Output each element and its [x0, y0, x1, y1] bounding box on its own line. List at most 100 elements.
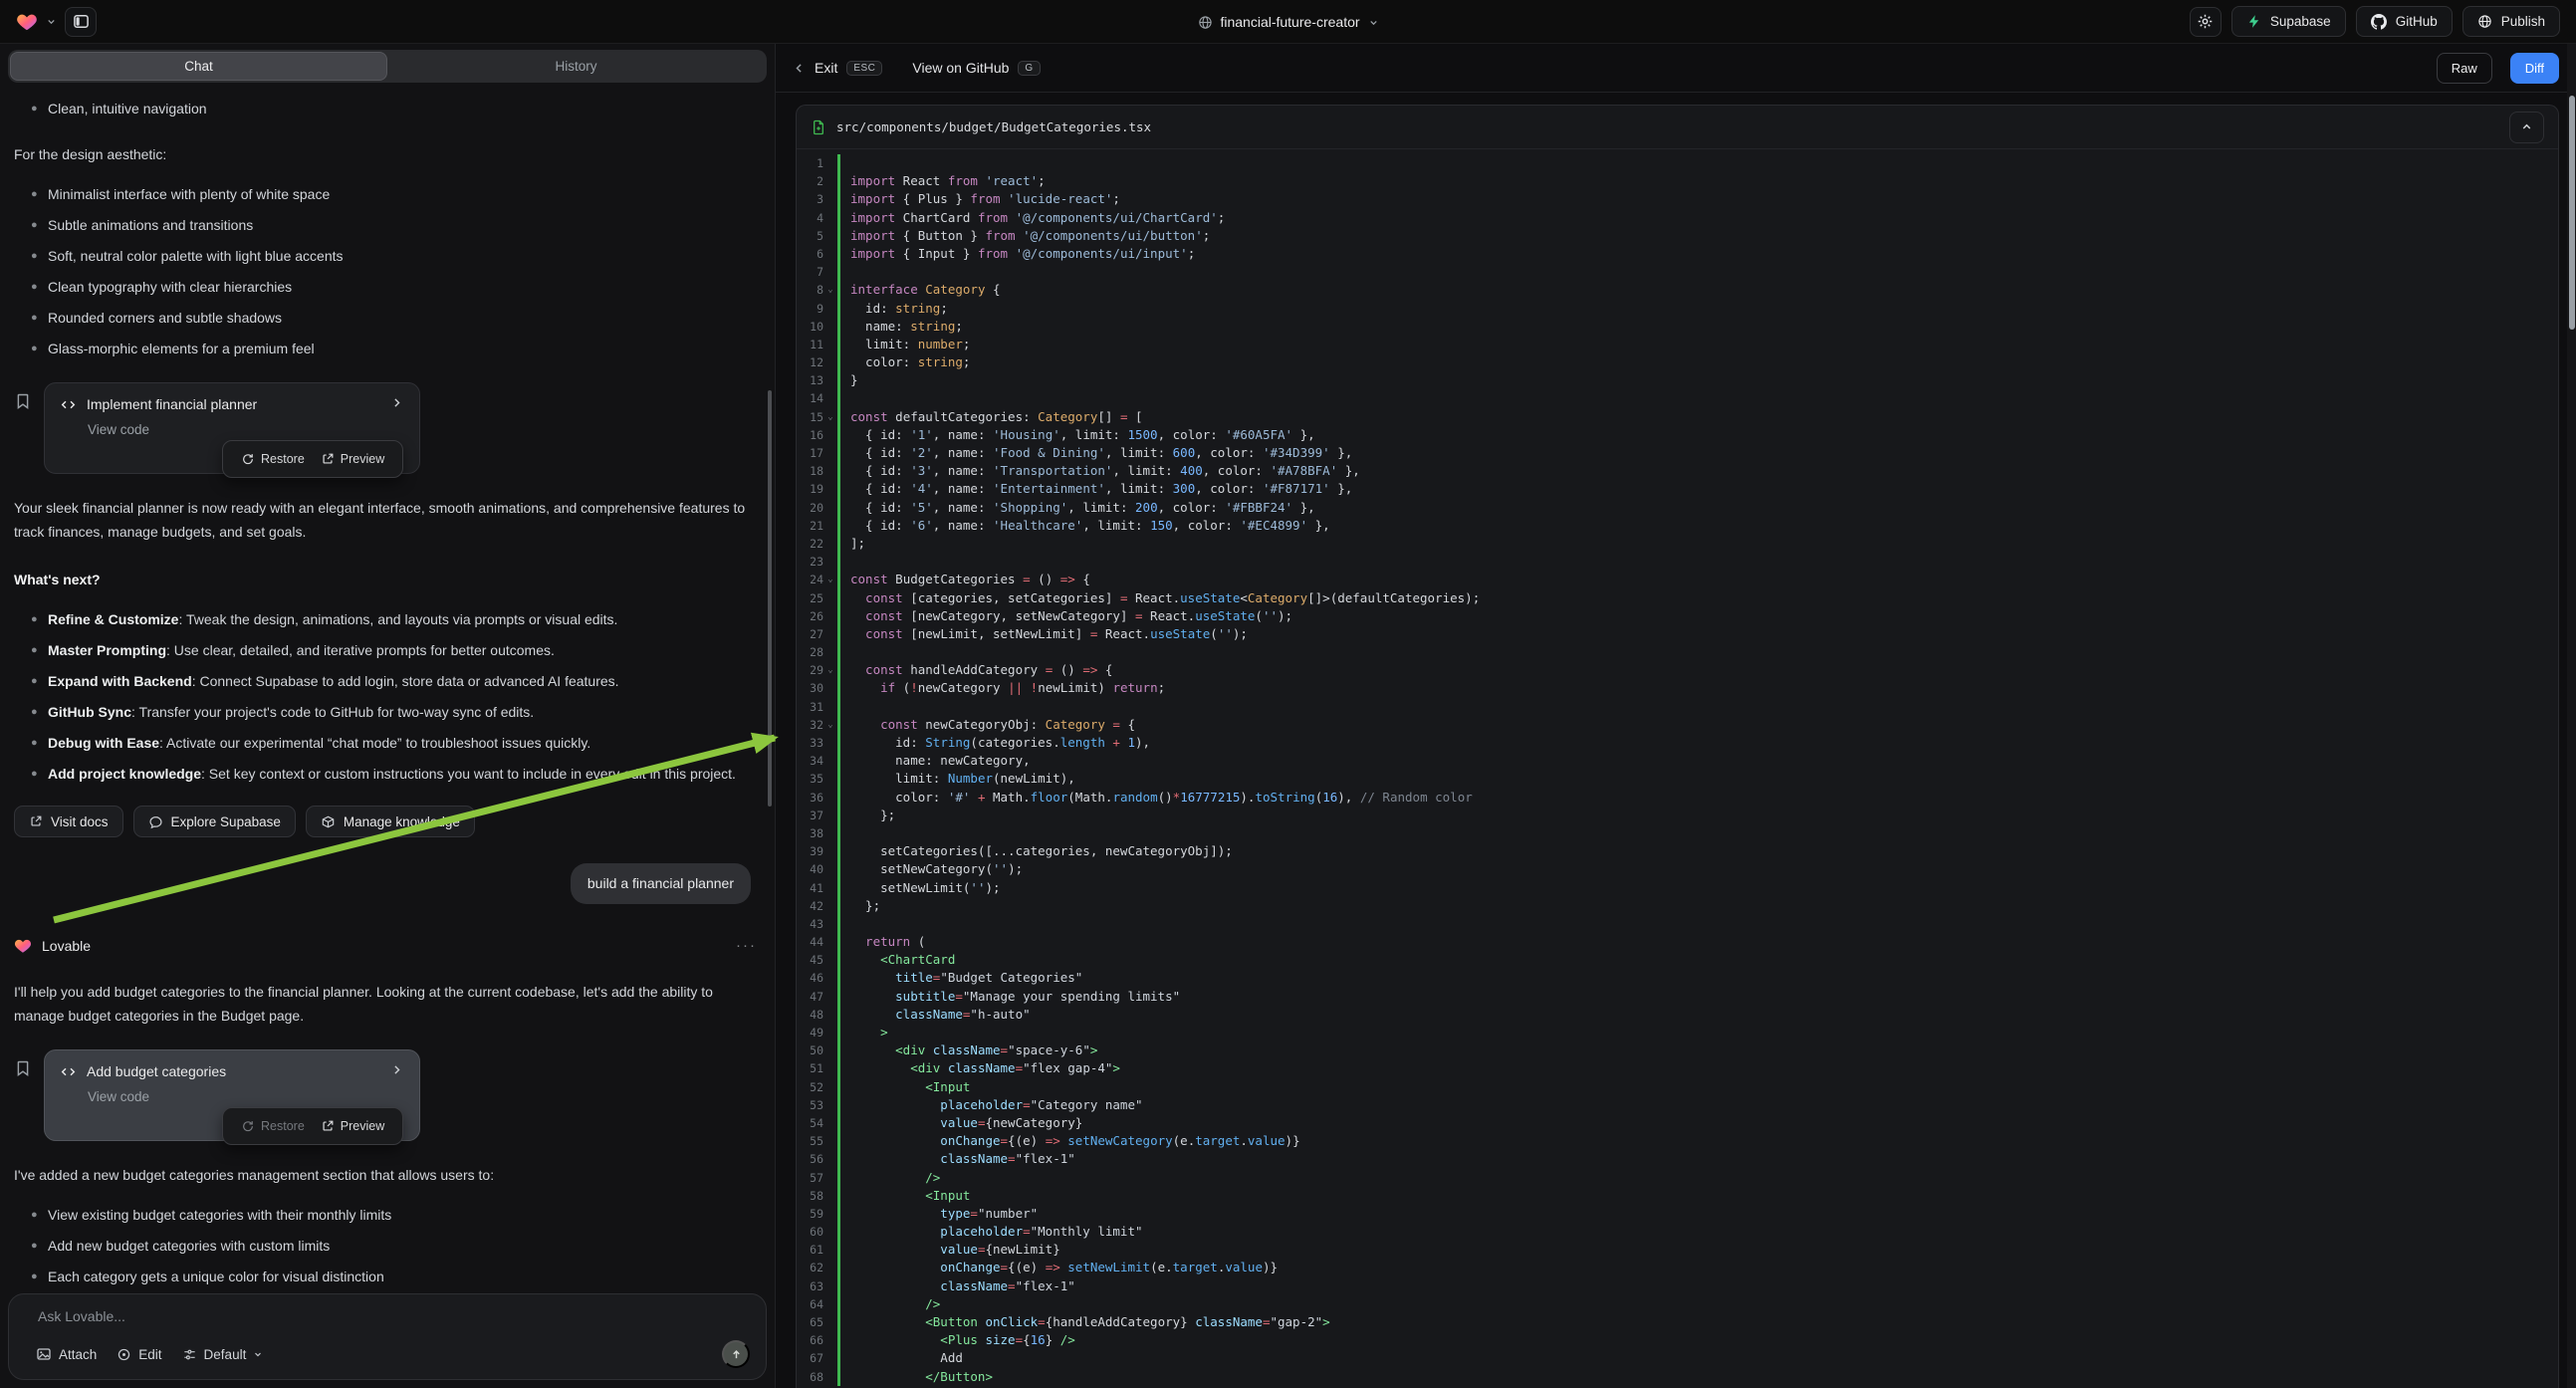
code-line: 45 <ChartCard [797, 951, 2558, 969]
code-text: }; [850, 807, 895, 824]
bullet-item: ●Each category gets a unique color for v… [14, 1265, 761, 1287]
fold-toggle [823, 300, 837, 318]
code-line: 66 <Plus size={16} /> [797, 1331, 2558, 1349]
agent-header: Lovable··· [14, 934, 761, 958]
esc-key-badge: ESC [846, 61, 882, 76]
diff-toggle-button[interactable]: Diff [2510, 53, 2559, 84]
chat-scrollbar[interactable] [768, 390, 772, 807]
send-button[interactable] [722, 1340, 750, 1368]
diff-added-gutter [837, 1349, 840, 1367]
fold-toggle [823, 1259, 837, 1276]
fold-toggle-icon[interactable]: ⌄ [823, 571, 837, 588]
code-line: 4import ChartCard from '@/components/ui/… [797, 209, 2558, 227]
code-text: setCategories([...categories, newCategor… [850, 842, 1233, 860]
fold-toggle [823, 499, 837, 517]
exit-button[interactable]: Exit ESC [793, 60, 882, 76]
composer-input[interactable]: Ask Lovable... [25, 1308, 750, 1324]
code-line: 16 { id: '1', name: 'Housing', limit: 15… [797, 426, 2558, 444]
logo-chevron-down-icon[interactable] [46, 16, 57, 27]
restore-button[interactable]: Restore [234, 446, 312, 472]
fold-toggle-icon[interactable]: ⌄ [823, 716, 837, 734]
action-button-visit-docs[interactable]: Visit docs [14, 806, 123, 837]
code-line: 65 <Button onClick={handleAddCategory} c… [797, 1313, 2558, 1331]
fold-toggle-icon[interactable]: ⌄ [823, 281, 837, 299]
view-code-link[interactable]: View code [88, 1088, 403, 1106]
restore-button[interactable]: Restore [234, 1113, 312, 1139]
code-text: name: string; [850, 318, 963, 336]
diff-added-gutter [837, 1295, 840, 1313]
file-header[interactable]: src/components/budget/BudgetCategories.t… [797, 106, 2558, 149]
diff-added-gutter [837, 969, 840, 987]
code-line: 13} [797, 371, 2558, 389]
code-line: 1 [797, 154, 2558, 172]
project-switcher[interactable]: financial-future-creator [1197, 0, 1378, 44]
diff-added-gutter [837, 752, 840, 770]
version-card[interactable]: Add budget categoriesView codeRestorePre… [44, 1049, 420, 1141]
view-on-github-button[interactable]: View on GitHub G [912, 60, 1040, 76]
code-text: /> [850, 1169, 940, 1187]
code-text: onChange={(e) => setNewLimit(e.target.va… [850, 1259, 1278, 1276]
code-editor[interactable]: 12import React from 'react';3import { Pl… [797, 149, 2558, 1388]
bullet-text: Each category gets a unique color for vi… [48, 1265, 384, 1287]
code-text: interface Category { [850, 281, 1001, 299]
code-text: /> [850, 1295, 940, 1313]
diff-added-gutter [837, 915, 840, 933]
preview-button[interactable]: Preview [314, 1113, 391, 1139]
settings-button[interactable] [2190, 7, 2222, 37]
code-text: value={newLimit} [850, 1241, 1060, 1259]
chat-stream[interactable]: ●Clean, intuitive navigationFor the desi… [0, 83, 775, 1287]
collapse-file-button[interactable] [2509, 112, 2544, 143]
code-text: placeholder="Monthly limit" [850, 1223, 1143, 1241]
supabase-button[interactable]: Supabase [2231, 6, 2346, 37]
github-button[interactable]: GitHub [2356, 6, 2453, 37]
lovable-logo-icon[interactable] [16, 11, 38, 33]
diff-added-gutter [837, 300, 840, 318]
diff-added-gutter [837, 209, 840, 227]
fold-toggle [823, 1169, 837, 1187]
toggle-sidebar-button[interactable] [65, 7, 97, 37]
composer[interactable]: Ask Lovable... Attach Edit [8, 1293, 767, 1380]
tab-chat[interactable]: Chat [10, 52, 387, 81]
diff-added-gutter [837, 517, 840, 535]
code-text: const newCategoryObj: Category = { [850, 716, 1135, 734]
line-number: 54 [797, 1114, 823, 1132]
bullet-dot-icon: ● [14, 669, 48, 693]
action-button-explore-supabase[interactable]: Explore Supabase [133, 806, 296, 837]
edit-button[interactable]: Edit [117, 1347, 161, 1362]
fold-toggle [823, 734, 837, 752]
fold-toggle-icon[interactable]: ⌄ [823, 661, 837, 679]
version-card[interactable]: Implement financial plannerView codeRest… [44, 382, 420, 474]
chat-paragraph: I'll help you add budget categories to t… [14, 980, 761, 1028]
code-icon [61, 1064, 76, 1079]
code-text: import { Button } from '@/components/ui/… [850, 227, 1210, 245]
attach-button[interactable]: Attach [36, 1346, 97, 1362]
view-code-link[interactable]: View code [88, 421, 403, 439]
code-line: 25 const [categories, setCategories] = R… [797, 589, 2558, 607]
publish-button[interactable]: Publish [2462, 6, 2560, 37]
code-text: id: string; [850, 300, 948, 318]
window-scrollbar[interactable] [2567, 44, 2576, 1388]
code-text: <div className="space-y-6"> [850, 1041, 1097, 1059]
line-number: 37 [797, 807, 823, 824]
message-menu-button[interactable]: ··· [736, 934, 761, 958]
window-scrollbar-thumb[interactable] [2569, 96, 2575, 330]
diff-added-gutter [837, 1205, 840, 1223]
diff-added-gutter [837, 1006, 840, 1024]
code-text: className="h-auto" [850, 1006, 1031, 1024]
preview-button[interactable]: Preview [314, 446, 391, 472]
restore-label: Restore [261, 1114, 305, 1138]
diff-added-gutter [837, 444, 840, 462]
fold-toggle [823, 589, 837, 607]
fold-toggle-icon[interactable]: ⌄ [823, 408, 837, 426]
action-button-manage-knowledge[interactable]: Manage knowledge [306, 806, 475, 837]
fold-toggle [823, 1223, 837, 1241]
external-link-icon [321, 452, 335, 466]
fold-toggle [823, 336, 837, 353]
code-line: 24⌄const BudgetCategories = () => { [797, 571, 2558, 588]
line-number: 15 [797, 408, 823, 426]
raw-toggle-button[interactable]: Raw [2437, 53, 2492, 84]
preview-label: Preview [341, 1114, 384, 1138]
fold-toggle [823, 517, 837, 535]
tab-history[interactable]: History [387, 52, 765, 81]
mode-select[interactable]: Default [182, 1347, 264, 1362]
